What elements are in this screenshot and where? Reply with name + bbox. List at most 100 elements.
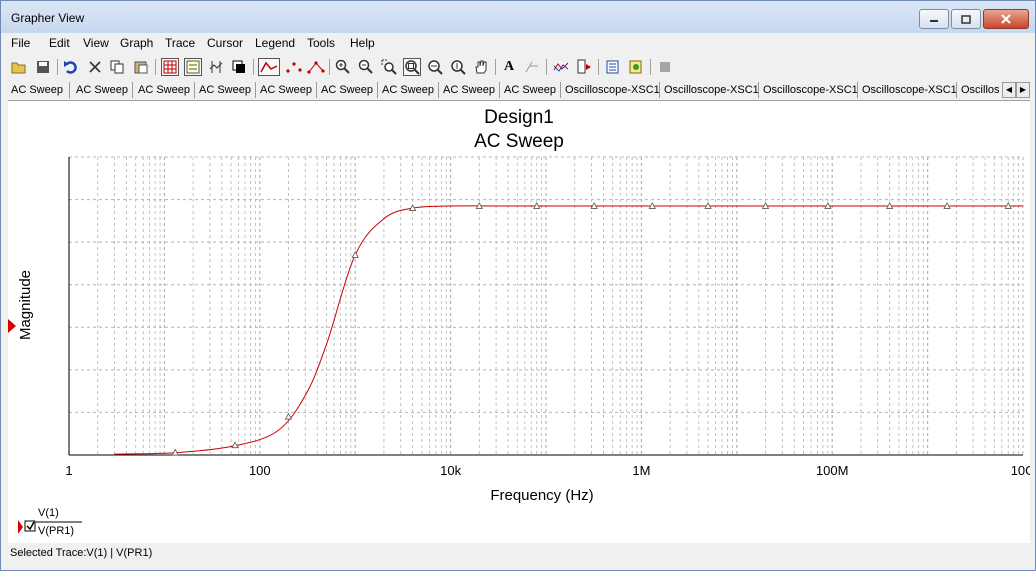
x-tick-label: 1 <box>65 463 72 478</box>
toolbar-separator <box>598 59 599 75</box>
points-only-button[interactable] <box>283 58 305 76</box>
title-bar[interactable]: Grapher View <box>1 1 1035 33</box>
menu-legend[interactable]: Legend <box>255 36 295 50</box>
toolbar-separator <box>57 59 58 75</box>
label-icon <box>525 61 538 73</box>
open-button[interactable] <box>10 58 28 76</box>
legend[interactable]: V(1) V(PR1) <box>18 507 82 537</box>
tab-ac-sweep[interactable]: AC Sweep <box>257 82 317 98</box>
window-title: Grapher View <box>11 11 85 25</box>
export-mathcad-button[interactable] <box>627 58 645 76</box>
tab-oscilloscope-xsc1[interactable]: Oscilloscope-XSC1 <box>760 82 858 98</box>
trace-marker <box>351 251 359 258</box>
pan-button[interactable] <box>472 58 490 76</box>
zoom-in-icon <box>335 59 350 74</box>
menu-view[interactable]: View <box>83 36 109 50</box>
tab-oscilloscope-xsc1[interactable]: Oscilloscope-XSC1 <box>562 82 660 98</box>
export-excel-button[interactable] <box>604 58 622 76</box>
points-icon <box>286 62 302 73</box>
legend-icon <box>186 60 200 74</box>
legend-denominator: V(PR1) <box>38 525 74 537</box>
x-tick-labels: 1 100 10k 1M 100M 10G <box>65 463 1035 478</box>
overlay-traces-button[interactable] <box>552 58 570 76</box>
x-tick-label: 100 <box>249 463 271 478</box>
line-icon <box>260 61 278 73</box>
toolbar-separator <box>650 59 651 75</box>
stop-button[interactable] <box>656 58 674 76</box>
toolbar-separator <box>155 59 156 75</box>
overlay-icon <box>553 62 569 72</box>
menu-graph[interactable]: Graph <box>120 36 153 50</box>
zoom-in-button[interactable] <box>334 58 352 76</box>
plot-svg[interactable]: Design1 AC Sweep 1 100 10k 1M 100M 10G Freque… <box>8 101 1035 543</box>
tab-ac-sweep[interactable]: AC Sweep <box>8 82 70 98</box>
window-controls <box>917 9 1029 29</box>
tab-scroll-left-button[interactable]: ◀ <box>1002 82 1016 98</box>
tab-ac-sweep[interactable]: AC Sweep <box>379 82 439 98</box>
menu-cursor[interactable]: Cursor <box>207 36 243 50</box>
graph-title-line1: Design1 <box>484 107 554 128</box>
grid-toggle-button[interactable] <box>161 58 179 76</box>
maximize-icon <box>961 14 971 24</box>
toolbar: A <box>1 55 1035 79</box>
x-axis-label: Frequency (Hz) <box>490 487 593 504</box>
copy-button[interactable] <box>108 58 126 76</box>
x-tick-label: 1M <box>632 463 650 478</box>
y-axis-marker-icon <box>8 319 16 333</box>
lines-and-points-button[interactable] <box>305 58 327 76</box>
menu-help[interactable]: Help <box>350 36 375 50</box>
minimize-icon <box>930 20 938 22</box>
x-tick-label: 10k <box>440 463 461 478</box>
close-button[interactable] <box>983 9 1029 29</box>
minimize-button[interactable] <box>919 9 949 29</box>
arrow-left-icon: ◀ <box>1005 85 1013 94</box>
menu-edit[interactable]: Edit <box>49 36 70 50</box>
cursors-button[interactable] <box>207 58 225 76</box>
lines-only-button[interactable] <box>258 58 280 76</box>
tab-scroll-right-button[interactable]: ▶ <box>1016 82 1030 98</box>
trace-marker <box>284 412 293 420</box>
zoom-x-button[interactable] <box>426 58 444 76</box>
tab-oscilloscope-xsc1[interactable]: Oscilloscope-XSC1 <box>859 82 957 98</box>
paste-button[interactable] <box>132 58 150 76</box>
zoom-full-button[interactable] <box>403 58 421 76</box>
menu-bar: File Edit View Graph Trace Cursor Legend… <box>1 33 1035 54</box>
grapher-window: Grapher View File Edit View Graph Trace … <box>0 0 1036 571</box>
tab-ac-sweep[interactable]: AC Sweep <box>73 82 133 98</box>
select-marks-button[interactable] <box>575 58 593 76</box>
zoom-area-icon <box>381 59 397 75</box>
menu-tools[interactable]: Tools <box>307 36 335 50</box>
label-button[interactable] <box>523 58 541 76</box>
folder-open-icon <box>11 62 26 74</box>
add-text-button[interactable]: A <box>500 58 518 76</box>
tab-ac-sweep[interactable]: AC Sweep <box>196 82 256 98</box>
cursor-icon <box>209 61 223 73</box>
tab-oscilloscope-xsc1[interactable]: Oscilloscope-XSC1 <box>661 82 759 98</box>
maximize-button[interactable] <box>951 9 981 29</box>
toolbar-separator <box>253 59 254 75</box>
export-data-icon <box>629 60 642 74</box>
menu-trace[interactable]: Trace <box>165 36 195 50</box>
export-icon <box>606 60 619 74</box>
zoom-out-button[interactable] <box>357 58 375 76</box>
reverse-colors-button[interactable] <box>230 58 248 76</box>
x-tick-label: 10G <box>1011 463 1030 478</box>
zoom-out-icon <box>358 59 373 74</box>
zoom-area-button[interactable] <box>380 58 398 76</box>
cut-button[interactable] <box>86 58 104 76</box>
graph-area[interactable]: Design1 AC Sweep 1 100 10k 1M 100M 10G Freque… <box>8 101 1035 543</box>
save-button[interactable] <box>34 58 52 76</box>
graph-title-line2: AC Sweep <box>474 131 564 152</box>
legend-toggle-button[interactable] <box>184 58 202 76</box>
trace-properties-icon <box>577 59 591 74</box>
tab-ac-sweep[interactable]: AC Sweep <box>440 82 500 98</box>
tab-ac-sweep[interactable]: AC Sweep <box>501 82 561 98</box>
menu-file[interactable]: File <box>11 36 30 50</box>
tab-ac-sweep[interactable]: AC Sweep <box>135 82 195 98</box>
tab-oscilloscope-partial[interactable]: Oscillos <box>958 82 1002 98</box>
zoom-y-button[interactable] <box>449 58 467 76</box>
undo-button[interactable] <box>62 58 80 76</box>
tab-ac-sweep[interactable]: AC Sweep <box>318 82 378 98</box>
toolbar-separator <box>546 59 547 75</box>
plot-grid <box>68 156 1024 455</box>
